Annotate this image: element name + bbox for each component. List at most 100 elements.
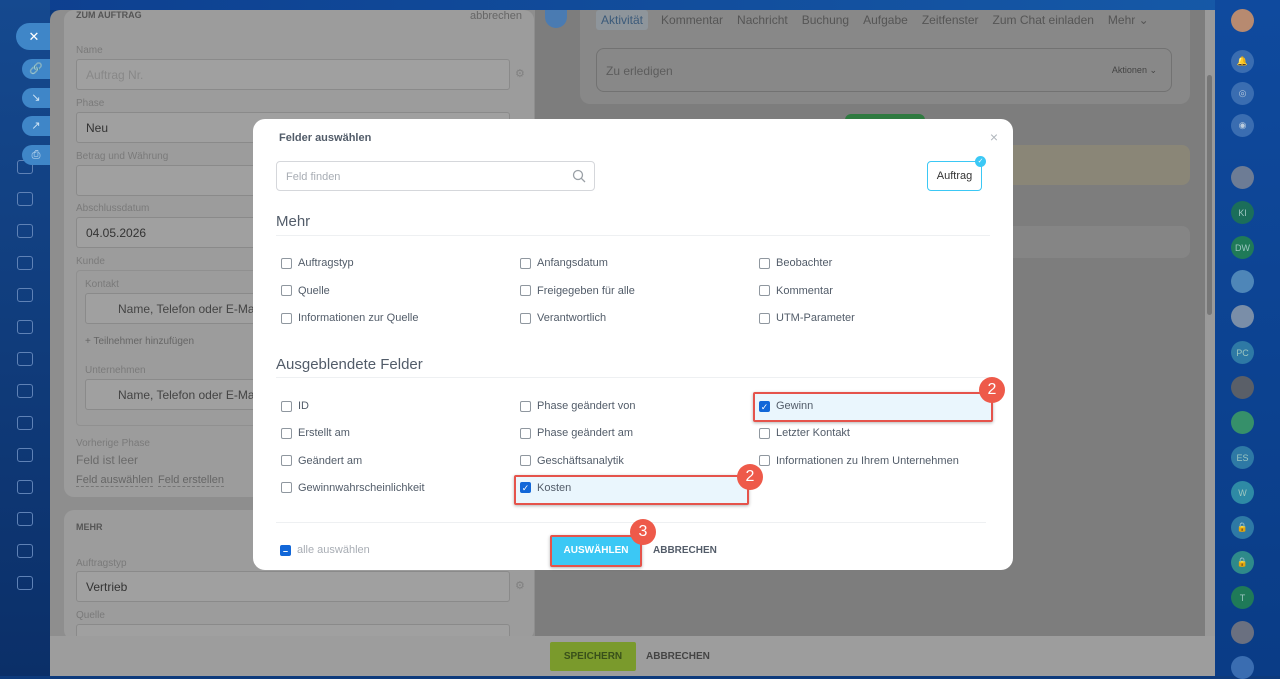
field-label: UTM-Parameter xyxy=(776,312,855,324)
contact-avatar[interactable]: T xyxy=(1231,586,1254,609)
lock-icon[interactable]: 🔒 xyxy=(1231,516,1254,539)
copilot-icon[interactable]: ◎ xyxy=(1231,82,1254,105)
field-checkbox[interactable]: Geschäftsanalytik xyxy=(520,455,624,467)
tab-message[interactable]: Nachricht xyxy=(730,10,795,30)
group-avatar[interactable] xyxy=(1231,411,1254,434)
order-type-select[interactable]: Vertrieb xyxy=(76,571,510,602)
field-checkbox[interactable]: Phase geändert am xyxy=(520,427,633,439)
company-label: Unternehmen xyxy=(85,365,146,376)
contact-avatar[interactable] xyxy=(1231,376,1254,399)
field-label: Gewinn xyxy=(776,400,814,412)
field-checkbox[interactable]: Anfangsdatum xyxy=(520,257,608,269)
field-checkbox[interactable]: Informationen zu Ihrem Unternehmen xyxy=(759,455,959,467)
field-checkbox[interactable]: Phase geändert von xyxy=(520,400,635,412)
confirm-select-button[interactable]: AUSWÄHLEN xyxy=(550,535,642,567)
field-checkbox[interactable]: ✓ Gewinn xyxy=(759,400,813,412)
field-checkbox[interactable]: Letzter Kontakt xyxy=(759,427,850,439)
field-checkbox[interactable]: ID xyxy=(281,400,309,412)
calendar-icon[interactable] xyxy=(17,192,33,206)
lock-icon[interactable]: 🔒 xyxy=(1231,551,1254,574)
field-checkbox[interactable]: UTM-Parameter xyxy=(759,312,855,324)
document-icon[interactable] xyxy=(17,256,33,270)
link-icon[interactable]: 🔗 xyxy=(22,59,50,79)
contact-avatar[interactable]: DW xyxy=(1231,236,1254,259)
field-checkbox[interactable]: Erstellt am xyxy=(281,427,350,439)
field-checkbox[interactable]: Gewinnwahrscheinlichkeit xyxy=(281,482,425,494)
field-checkbox[interactable]: Verantwortlich xyxy=(520,312,606,324)
sign-icon[interactable] xyxy=(17,576,33,590)
gear-icon[interactable]: ⚙ xyxy=(515,67,525,80)
select-field-link[interactable]: Feld auswählen xyxy=(76,474,154,487)
entity-auftrag-button[interactable]: Auftrag xyxy=(927,161,982,191)
contact-avatar[interactable]: W xyxy=(1231,481,1254,504)
checkbox-icon xyxy=(281,312,292,324)
field-checkbox[interactable]: Freigegeben für alle xyxy=(520,285,635,297)
tab-task[interactable]: Aufgabe xyxy=(856,10,915,30)
check-icon: ✓ xyxy=(975,156,986,167)
todo-input[interactable]: Zu erledigen Aktionen ⌄ xyxy=(596,48,1172,92)
chat-icon[interactable] xyxy=(545,10,567,28)
download-icon[interactable]: ↘ xyxy=(22,88,50,108)
step-badge: 2 xyxy=(737,464,763,490)
field-checkbox[interactable]: Beobachter xyxy=(759,257,832,269)
add-participant-link[interactable]: + Teilnehmer hinzufügen xyxy=(85,336,194,347)
tab-booking[interactable]: Buchung xyxy=(795,10,856,30)
tab-comment[interactable]: Kommentar xyxy=(654,10,730,30)
print-icon[interactable]: ⎙ xyxy=(22,145,50,165)
scrollbar[interactable] xyxy=(1205,10,1215,636)
contact-avatar[interactable] xyxy=(1231,621,1254,644)
drive-icon[interactable] xyxy=(17,320,33,334)
calendar-icon[interactable] xyxy=(17,448,33,462)
store-icon[interactable] xyxy=(17,480,33,494)
field-checkbox[interactable]: Kommentar xyxy=(759,285,833,297)
contact-label: Kontakt xyxy=(85,279,119,290)
dialog-cancel-button[interactable]: ABBRECHEN xyxy=(653,545,717,556)
checkbox-icon xyxy=(520,312,531,324)
contact-avatar[interactable]: ES xyxy=(1231,446,1254,469)
target-icon[interactable] xyxy=(17,512,33,526)
cancel-link[interactable]: abbrechen xyxy=(470,10,522,22)
tab-more[interactable]: Mehr ⌄ xyxy=(1101,10,1156,30)
field-label: ID xyxy=(298,400,309,412)
field-search-input[interactable]: Feld finden xyxy=(276,161,595,191)
crm-funnel-icon[interactable] xyxy=(17,416,33,430)
actions-dropdown[interactable]: Aktionen ⌄ xyxy=(1112,65,1157,76)
field-checkbox[interactable]: Auftragstyp xyxy=(281,257,354,269)
gear-icon[interactable]: ⚙ xyxy=(515,579,525,592)
divider xyxy=(276,522,986,523)
close-icon[interactable]: × xyxy=(990,129,998,145)
checkbox-icon xyxy=(759,285,770,296)
field-checkbox[interactable]: Geändert am xyxy=(281,455,362,467)
contacts-icon[interactable] xyxy=(17,384,33,398)
tab-invite-chat[interactable]: Zum Chat einladen xyxy=(986,10,1101,30)
field-label: Geändert am xyxy=(298,454,363,467)
field-label: Beobachter xyxy=(776,257,833,269)
user-avatar[interactable] xyxy=(1231,9,1254,32)
field-checkbox[interactable]: Informationen zur Quelle xyxy=(281,312,418,324)
save-button[interactable]: SPEICHERN xyxy=(550,642,636,671)
contact-avatar[interactable] xyxy=(1231,305,1254,328)
step-badge: 3 xyxy=(630,519,656,545)
cancel-button[interactable]: ABBRECHEN xyxy=(646,651,710,662)
tab-timeslot[interactable]: Zeitfenster xyxy=(915,10,986,30)
task-icon[interactable] xyxy=(17,224,33,238)
contact-avatar[interactable] xyxy=(1231,270,1254,293)
name-input[interactable]: Auftrag Nr. xyxy=(76,59,510,90)
chat-search-icon[interactable]: ◉ xyxy=(1231,114,1254,137)
contact-avatar[interactable]: KI xyxy=(1231,201,1254,224)
tab-activity[interactable]: Aktivität xyxy=(596,10,649,30)
create-field-link[interactable]: Feld erstellen xyxy=(158,474,225,487)
open-external-icon[interactable]: ↗ xyxy=(22,116,50,136)
close-slider-button[interactable]: ✕ xyxy=(16,23,52,50)
field-label: Anfangsdatum xyxy=(537,257,608,269)
field-checkbox[interactable]: Quelle xyxy=(281,285,330,297)
contact-avatar[interactable]: PC xyxy=(1231,341,1254,364)
cart-icon[interactable] xyxy=(17,544,33,558)
board-icon[interactable] xyxy=(17,288,33,302)
checkbox-icon xyxy=(520,455,531,467)
field-checkbox[interactable]: ✓ Kosten xyxy=(520,482,571,494)
contact-avatar[interactable] xyxy=(1231,166,1254,189)
select-all-checkbox[interactable]: – alle auswählen xyxy=(280,544,370,556)
bell-icon[interactable]: 🔔 xyxy=(1231,50,1254,73)
mail-icon[interactable] xyxy=(17,352,33,366)
